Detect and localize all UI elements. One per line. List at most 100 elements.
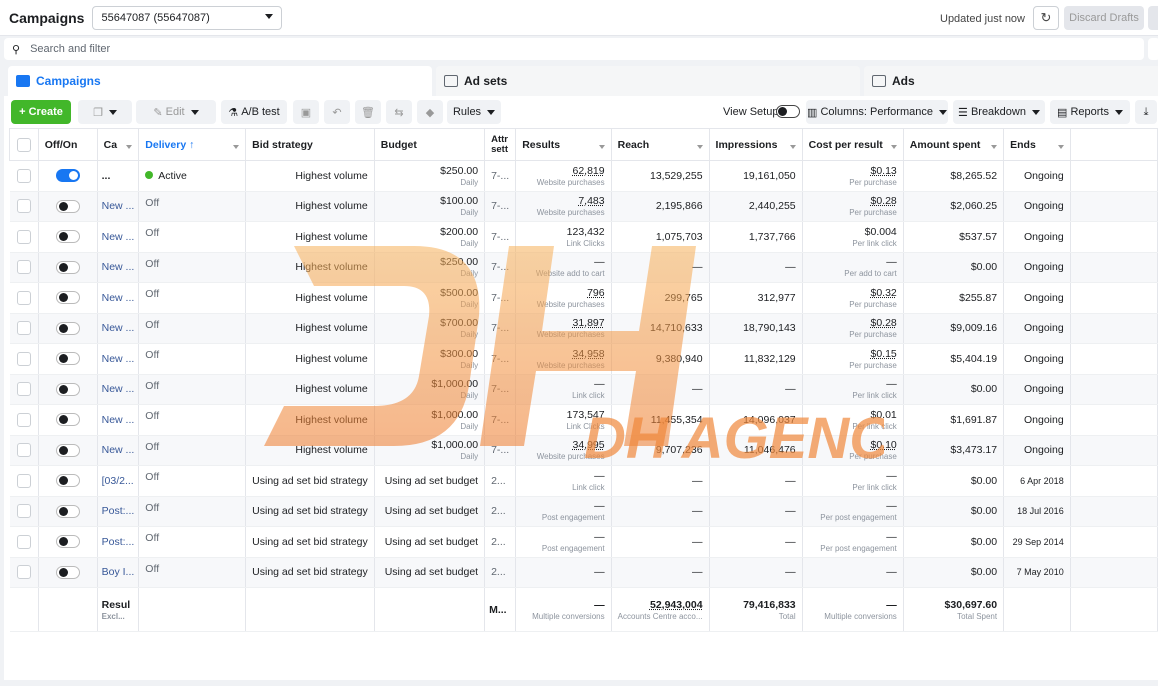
row-toggle-cell[interactable] — [38, 466, 97, 497]
row-select[interactable] — [10, 252, 39, 283]
row-toggle-cell[interactable] — [38, 344, 97, 375]
campaign-name-cell[interactable]: New ... — [97, 252, 139, 283]
campaign-toggle[interactable] — [56, 200, 80, 213]
row-checkbox[interactable] — [17, 443, 31, 457]
campaign-name-cell[interactable]: Boy I... — [97, 557, 139, 588]
campaign-toggle[interactable] — [56, 413, 80, 426]
header-budget[interactable]: Budget — [374, 129, 484, 161]
campaign-name-link[interactable]: New ... — [102, 353, 135, 365]
table-row[interactable]: New ... Off Highest volume $300.00 Daily 7-..… — [10, 344, 1158, 375]
campaign-name-cell[interactable]: New ... — [97, 405, 139, 436]
select-all-header[interactable] — [10, 129, 39, 161]
preview-icon[interactable]: ⇆ — [386, 100, 412, 124]
header-attribution[interactable]: Attr sett — [485, 129, 516, 161]
campaign-toggle[interactable] — [56, 261, 80, 274]
campaign-toggle[interactable] — [56, 566, 80, 579]
table-row[interactable]: New ... Off Highest volume $250.00 Daily 7-..… — [10, 252, 1158, 283]
campaign-toggle[interactable] — [56, 322, 80, 335]
create-button[interactable]: + Create — [11, 100, 71, 124]
table-row[interactable]: [03/2... Off Using ad set bid strategy Usin… — [10, 466, 1158, 497]
row-checkbox[interactable] — [17, 535, 31, 549]
row-checkbox[interactable] — [17, 291, 31, 305]
campaign-name-link[interactable]: New ... — [102, 383, 135, 395]
row-toggle-cell[interactable] — [38, 405, 97, 436]
campaign-name-link[interactable]: Boy I... — [102, 566, 135, 578]
row-checkbox[interactable] — [17, 169, 31, 183]
rules-button[interactable]: Rules — [447, 100, 501, 124]
row-checkbox[interactable] — [17, 565, 31, 579]
row-select[interactable] — [10, 466, 39, 497]
undo-icon[interactable]: ↶ — [324, 100, 350, 124]
campaign-name-cell[interactable]: New ... — [97, 344, 139, 375]
search-extra[interactable] — [1148, 38, 1158, 60]
row-select[interactable] — [10, 222, 39, 253]
campaign-toggle[interactable] — [56, 444, 80, 457]
campaign-name-link[interactable]: New ... — [102, 200, 135, 212]
row-select[interactable] — [10, 283, 39, 314]
row-toggle-cell[interactable] — [38, 222, 97, 253]
campaign-name-cell[interactable]: Post:... — [97, 496, 139, 527]
row-checkbox[interactable] — [17, 413, 31, 427]
campaign-name-link[interactable]: New ... — [102, 322, 135, 334]
refresh-icon[interactable]: ↻ — [1033, 6, 1059, 30]
search-input[interactable]: ⚲ Search and filter — [4, 38, 1144, 60]
campaign-name-link[interactable]: ... — [102, 170, 111, 182]
tab-ads[interactable]: Ads — [864, 66, 1158, 96]
header-ends[interactable]: Ends — [1004, 129, 1071, 161]
view-setup-toggle[interactable] — [776, 105, 800, 118]
campaign-name-cell[interactable]: New ... — [97, 283, 139, 314]
campaign-name-link[interactable]: New ... — [102, 231, 135, 243]
discard-drafts-button[interactable]: Discard Drafts — [1064, 6, 1144, 30]
header-impressions[interactable]: Impressions — [709, 129, 802, 161]
ab-test-button[interactable]: ⚗ A/B test — [221, 100, 287, 124]
campaign-name-link[interactable]: [03/2... — [102, 475, 134, 487]
table-row[interactable]: Post:... Off Using ad set bid strategy Usin… — [10, 496, 1158, 527]
campaign-name-link[interactable]: New ... — [102, 414, 135, 426]
header-off-on[interactable]: Off/On — [38, 129, 97, 161]
campaign-toggle[interactable] — [56, 535, 80, 548]
table-row[interactable]: ... Active Highest volume $250.00 Daily 7-...… — [10, 161, 1158, 192]
row-checkbox[interactable] — [17, 321, 31, 335]
row-toggle-cell[interactable] — [38, 557, 97, 588]
campaign-toggle[interactable] — [56, 230, 80, 243]
edit-button[interactable]: ✎ Edit — [136, 100, 216, 124]
row-toggle-cell[interactable] — [38, 496, 97, 527]
row-select[interactable] — [10, 557, 39, 588]
row-select[interactable] — [10, 313, 39, 344]
row-select[interactable] — [10, 161, 39, 192]
campaign-name-cell[interactable]: New ... — [97, 191, 139, 222]
header-cost-per-result[interactable]: Cost per result — [802, 129, 903, 161]
campaign-toggle[interactable] — [56, 169, 80, 182]
account-selector[interactable]: 55647087 (55647087) — [92, 6, 282, 30]
row-select[interactable] — [10, 435, 39, 466]
clipboard-icon[interactable]: ▣ — [293, 100, 319, 124]
row-select[interactable] — [10, 374, 39, 405]
table-row[interactable]: Boy I... Off Using ad set bid strategy Usin… — [10, 557, 1158, 588]
breakdown-button[interactable]: ☰ Breakdown — [953, 100, 1045, 124]
header-campaign[interactable]: Ca — [97, 129, 139, 161]
row-checkbox[interactable] — [17, 382, 31, 396]
row-checkbox[interactable] — [17, 199, 31, 213]
header-delivery[interactable]: Delivery ↑ — [139, 129, 246, 161]
header-reach[interactable]: Reach — [611, 129, 709, 161]
duplicate-button[interactable]: ❐ — [78, 100, 132, 124]
campaign-toggle[interactable] — [56, 505, 80, 518]
campaign-name-cell[interactable]: Post:... — [97, 527, 139, 558]
campaign-name-link[interactable]: New ... — [102, 444, 135, 456]
delete-icon[interactable]: 🗑 — [355, 100, 381, 124]
table-row[interactable]: New ... Off Highest volume $500.00 Daily 7-..… — [10, 283, 1158, 314]
row-checkbox[interactable] — [17, 230, 31, 244]
row-toggle-cell[interactable] — [38, 527, 97, 558]
row-checkbox[interactable] — [17, 352, 31, 366]
row-select[interactable] — [10, 496, 39, 527]
campaign-toggle[interactable] — [56, 352, 80, 365]
campaign-name-link[interactable]: Post:... — [102, 536, 135, 548]
columns-button[interactable]: ▥ Columns: Performance — [806, 100, 948, 124]
table-row[interactable]: Post:... Off Using ad set bid strategy Usin… — [10, 527, 1158, 558]
row-toggle-cell[interactable] — [38, 191, 97, 222]
campaign-toggle[interactable] — [56, 291, 80, 304]
campaign-name-cell[interactable]: [03/2... — [97, 466, 139, 497]
campaign-toggle[interactable] — [56, 383, 80, 396]
campaign-name-cell[interactable]: New ... — [97, 313, 139, 344]
row-select[interactable] — [10, 405, 39, 436]
